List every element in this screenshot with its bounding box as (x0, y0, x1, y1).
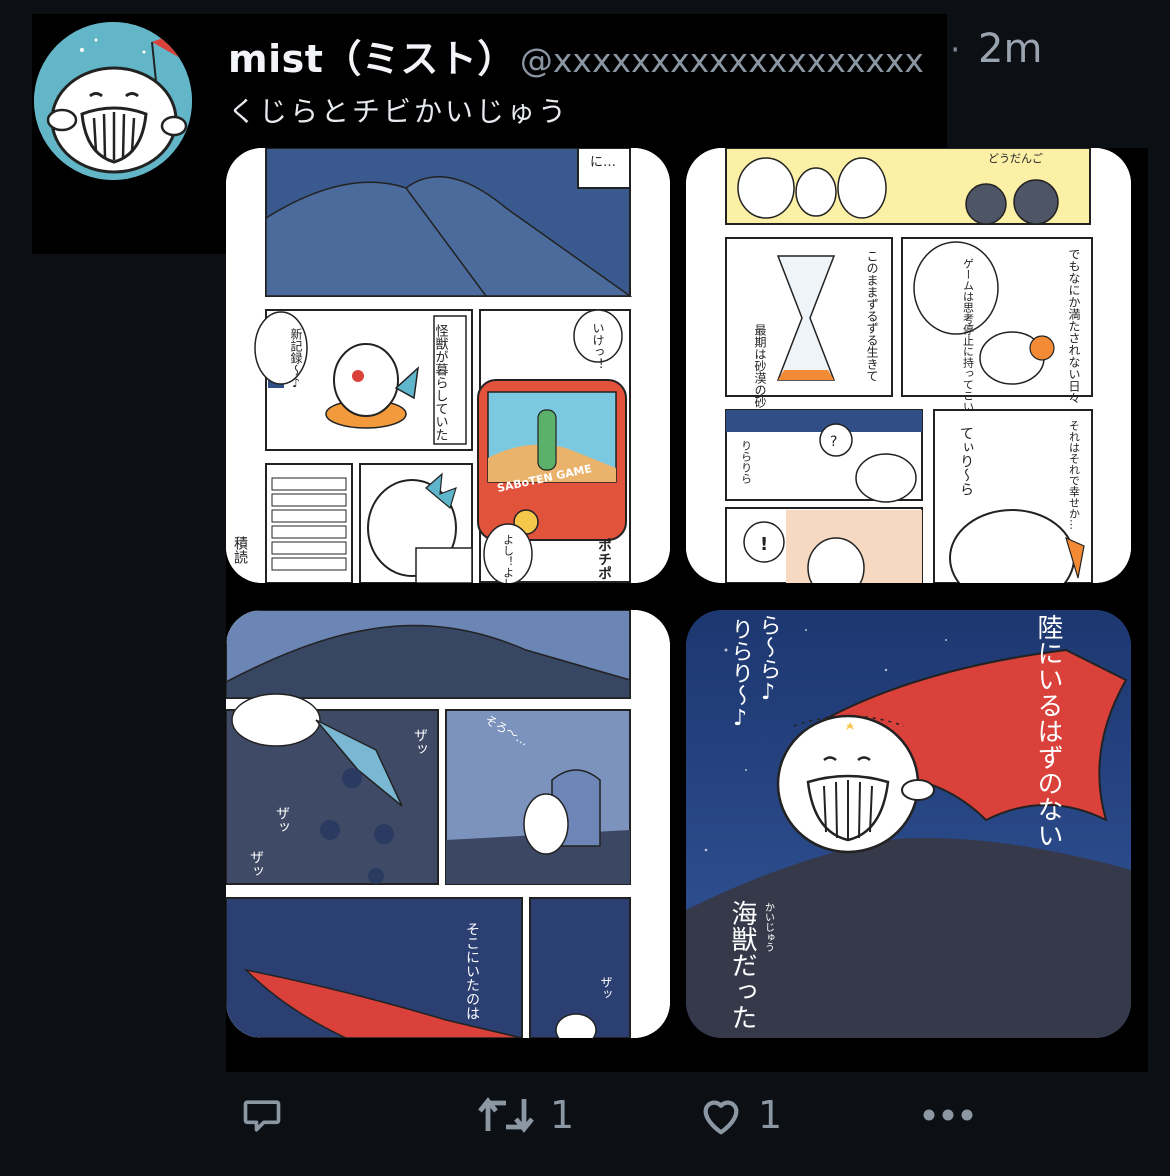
timestamp[interactable]: 2m (978, 26, 1042, 72)
p1-sfx-pochi: ポチポチ (596, 538, 612, 583)
p3-sfx-zattsu-1: ザッ (412, 728, 428, 756)
like-icon (703, 1100, 739, 1135)
action-bar: 1 1 (0, 1085, 1170, 1145)
p1-text-tsundoku: 積読 (232, 536, 248, 565)
reply-icon (243, 1100, 281, 1132)
p1-speech-record: 新記録〜♪ (289, 327, 303, 390)
reply-button[interactable] (240, 1093, 298, 1137)
more-icon (923, 1109, 973, 1121)
p3-caption-there: そこにいたのは (464, 922, 480, 1020)
p3-sfx-zattsu-2: ザッ (274, 806, 290, 834)
p4-caption-should-not: 陸にいるはずのない (1033, 614, 1063, 848)
display-name[interactable]: mist（ミスト） (228, 28, 516, 83)
p2-sfx-rirari-1: てぃり〜ら (958, 426, 974, 496)
media-image-1[interactable]: に… 新記録〜♪ 怪獣が暮らしていた いけっ！ SABoTEN GAME ポチポ… (226, 148, 670, 583)
avatar[interactable] (34, 22, 192, 180)
retweet-icon (478, 1097, 534, 1133)
p3-sfx-zattsu-3: ザッ (248, 850, 264, 878)
user-handle[interactable]: @xxxxxxxxxxxxxxxxxxx (520, 41, 924, 80)
p4-ruby-kaijuu: かいじゅう (763, 902, 775, 952)
p1-speech-yoshi: よし！よしよし (502, 534, 515, 583)
more-button[interactable] (920, 1105, 976, 1125)
p4-sfx-rara: ら〜ら♪ (756, 614, 781, 705)
p1-speech-ike: いけっ！ (591, 322, 605, 370)
media-image-4[interactable]: ら〜ら♪ りらり〜♪ 陸にいるはずのない 海獣だった かいじゅう (686, 610, 1131, 1038)
media-image-3[interactable]: ザッ ザッ ザッ そろ〜… そこにいたのは ザッ (226, 610, 670, 1038)
p2-speech-question: ? (830, 434, 837, 450)
p2-caption-like-this: このままずるずる生きて (865, 250, 879, 382)
p2-caption-happy: それはそれで幸せか… (1068, 420, 1081, 530)
separator-dot: · (950, 30, 961, 69)
like-count: 1 (758, 1093, 783, 1137)
p2-sfx-rirari-2: りらりら (740, 440, 753, 484)
name-row: mist（ミスト） @xxxxxxxxxxxxxxxxxxx (228, 28, 924, 81)
tweet: mist（ミスト） @xxxxxxxxxxxxxxxxxxx · 2m くじらと… (0, 0, 1170, 1176)
p3-sfx-za: ザッ (599, 976, 613, 1000)
p4-sfx-rirari: りらり〜♪ (728, 618, 753, 731)
p1-caption-ni: に… (590, 155, 616, 170)
tweet-text: くじらとチビかいじゅう (228, 95, 570, 128)
like-button[interactable]: 1 (698, 1093, 782, 1137)
p2-caption-doudango: どうだんご (988, 151, 1043, 165)
p1-caption-kaijuu: 怪獣が暮らしていた (433, 324, 449, 441)
p4-caption-kaijuu: 海獣だった (727, 900, 757, 1030)
retweet-button[interactable]: 1 (476, 1093, 574, 1137)
media-image-2[interactable]: どうだんご このままずるずる生きて 最期は砂漠の砂と化す―― ゲームは思考停止に… (686, 148, 1131, 583)
p2-speech-exclaim: ! (760, 534, 768, 555)
p2-caption-dissatisfied: でもなにか満たされない日々 (1067, 248, 1081, 404)
retweet-count: 1 (550, 1093, 575, 1137)
